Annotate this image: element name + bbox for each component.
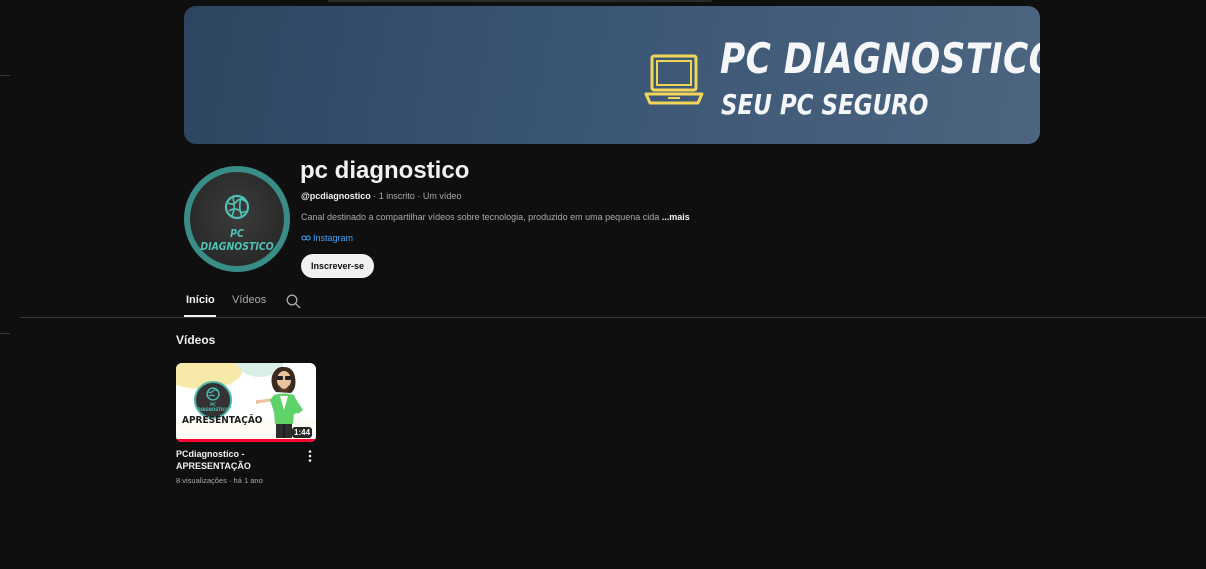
top-search-bar-edge (328, 0, 712, 2)
laptop-icon (644, 54, 704, 105)
channel-search-button[interactable] (286, 294, 301, 314)
more-link[interactable]: ...mais (662, 212, 690, 222)
instagram-link[interactable]: Instagram (301, 233, 353, 243)
globe-icon (206, 387, 220, 401)
banner-title: PC DIAGNOSTICO (720, 34, 1040, 83)
channel-meta: @pcdiagnostico · 1 inscrito · Um vídeo (301, 191, 461, 201)
video-views: 8 visualizações (176, 476, 227, 485)
tab-videos[interactable]: Vídeos (232, 294, 266, 306)
globe-icon (224, 194, 250, 220)
thumbnail-logo-text: PC DIAGNOSTICO (197, 402, 229, 412)
video-meta: 8 visualizações · há 1 ano (176, 476, 263, 485)
more-vert-icon (308, 450, 312, 462)
left-edge-mark (0, 75, 10, 76)
channel-handle: @pcdiagnostico (301, 191, 371, 201)
video-title[interactable]: PCdiagnostico - APRESENTAÇÃO (176, 448, 298, 472)
banner-subtitle: SEU PC SEGURO (721, 88, 929, 121)
video-menu-button[interactable] (306, 449, 314, 468)
video-duration: 1:44 (292, 427, 313, 438)
avatar-logo-text: PC DIAGNOSTICO (200, 227, 274, 253)
thumbnail-logo: PC DIAGNOSTICO (194, 381, 232, 419)
tab-inicio[interactable]: Início (186, 294, 215, 306)
channel-banner: PC DIAGNOSTICO SEU PC SEGURO (184, 6, 1040, 144)
video-age: há 1 ano (233, 476, 263, 485)
video-count[interactable]: Um vídeo (423, 191, 462, 201)
search-icon (286, 294, 301, 309)
channel-description[interactable]: Canal destinado a compartilhar vídeos so… (301, 212, 690, 222)
instagram-link-label: Instagram (313, 233, 354, 243)
subscribe-button[interactable]: Inscrever-se (301, 254, 374, 278)
section-title[interactable]: Vídeos (176, 333, 215, 347)
channel-name: pc diagnostico (300, 157, 470, 184)
description-text: Canal destinado a compartilhar vídeos so… (301, 212, 660, 222)
link-icon (301, 235, 311, 241)
watch-progress-bar (176, 439, 316, 442)
subscriber-count: 1 inscrito (378, 191, 415, 201)
thumbnail-text: APRESENTAÇÃO (182, 415, 263, 426)
left-edge-mark (0, 333, 10, 334)
tabs-divider (20, 317, 1206, 318)
channel-avatar[interactable]: PC DIAGNOSTICO (184, 166, 290, 272)
